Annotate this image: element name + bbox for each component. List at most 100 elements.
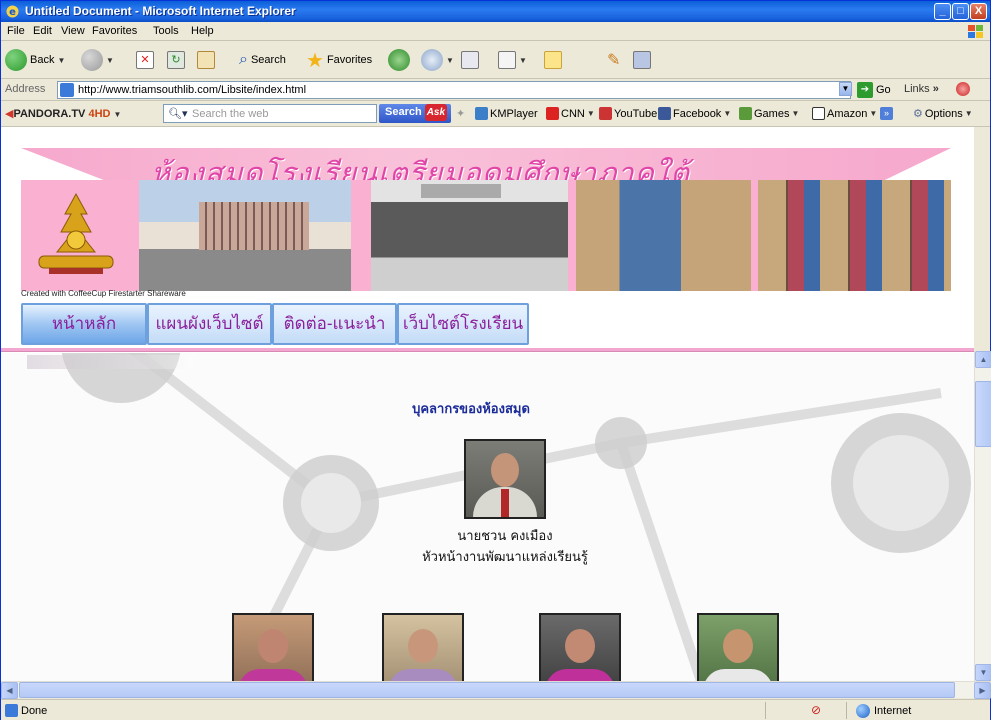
nav-home[interactable]: หน้าหลัก: [21, 303, 147, 345]
go-button[interactable]: ➔ Go: [857, 82, 891, 98]
search-icon: 🔍︎▾: [168, 108, 188, 120]
back-label: Back: [30, 54, 55, 66]
menu-help[interactable]: Help: [191, 25, 214, 37]
chevron-left-icon: ◀: [6, 686, 13, 695]
scroll-up-button[interactable]: ▲: [975, 351, 991, 368]
chevron-down-icon: ▼: [586, 109, 595, 118]
menu-edit[interactable]: Edit: [33, 25, 52, 37]
menu-file[interactable]: File: [7, 25, 25, 37]
options-button[interactable]: ⚙ Options ▼: [913, 107, 973, 121]
menu-tools[interactable]: Tools: [153, 25, 179, 37]
maximize-button[interactable]: □: [952, 3, 969, 20]
books-icon: [633, 51, 651, 69]
scroll-down-button[interactable]: ▼: [975, 664, 991, 681]
go-arrow-icon: ➔: [857, 82, 873, 98]
translate-icon[interactable]: [956, 82, 970, 96]
site-navigation: หน้าหลัก แผนผังเว็บไซต์ ติดต่อ-แนะนำ เว็…: [21, 303, 529, 345]
nav-contact[interactable]: ติดต่อ-แนะนำ: [272, 303, 397, 345]
pandora-toolbar: ◀PANDORA.TV 4HD ▼ 🔍︎▾ Search the web Sea…: [1, 101, 990, 127]
print-button[interactable]: [461, 48, 479, 72]
stop-button[interactable]: ✕: [136, 48, 154, 72]
chief-librarian-role: หัวหน้างานพัฒนาแหล่งเรียนรู้: [422, 550, 588, 565]
vertical-scroll-thumb[interactable]: [975, 381, 991, 447]
chevron-down-icon: ▼: [964, 109, 973, 118]
menu-favorites[interactable]: Favorites: [92, 25, 137, 37]
back-button[interactable]: Back ▼: [5, 48, 65, 72]
kmplayer-label: KMPlayer: [490, 107, 538, 120]
links-button[interactable]: Links »: [904, 83, 939, 95]
history-button[interactable]: [388, 48, 410, 72]
gear-icon: ⚙: [913, 108, 923, 120]
pandora-brand-suffix: 4HD: [88, 108, 111, 120]
search-icon: ⌕: [239, 51, 248, 68]
chevron-down-icon: ▼: [869, 109, 878, 118]
home-button[interactable]: [197, 48, 215, 72]
address-input[interactable]: http://www.triamsouthlib.com/Libsite/ind…: [57, 81, 851, 99]
chevron-down-icon: ▼: [723, 109, 732, 118]
star-icon: ★: [306, 49, 324, 72]
pandora-brand[interactable]: ◀PANDORA.TV 4HD ▼: [5, 107, 121, 120]
staff-photo-1: [232, 613, 314, 681]
toolbar-separator: ✦: [456, 108, 466, 120]
web-search-input[interactable]: 🔍︎▾ Search the web: [163, 104, 377, 123]
scroll-left-button[interactable]: ◀: [1, 682, 18, 699]
portrait-body: [238, 669, 308, 681]
horizontal-scrollbar[interactable]: ◀ ▶: [1, 681, 991, 699]
favorites-label: Favorites: [326, 54, 373, 66]
edit-button[interactable]: ▼: [498, 48, 527, 72]
games-button[interactable]: Games ▼: [739, 107, 799, 120]
horizontal-scroll-thumb[interactable]: [19, 682, 955, 698]
standard-toolbar: Back ▼ ▼ ✕ ↻ ⌕ Search ★ Favorites ▼ ▼ ✎: [1, 41, 990, 79]
chevron-down-icon: ▼: [113, 110, 122, 119]
school-building-photo: [139, 180, 351, 291]
back-arrow-icon: [5, 49, 27, 71]
created-with-note: Created with CoffeeCup Firestarter Share…: [21, 289, 186, 298]
links-label: Links: [904, 83, 930, 95]
messenger-button[interactable]: ✎: [607, 48, 620, 72]
close-button[interactable]: X: [970, 3, 987, 20]
page-done-icon: [5, 704, 18, 717]
status-text: Done: [21, 705, 48, 717]
favorites-button[interactable]: ★ Favorites: [306, 48, 372, 72]
games-icon: [739, 107, 752, 120]
staff-frame: บุคลากรของห้องสมุด นายชวน คงเมือง หัวหน้…: [1, 353, 974, 681]
research-button[interactable]: [633, 48, 651, 72]
address-dropdown-button[interactable]: ▼: [839, 82, 852, 96]
portrait-body: [703, 669, 773, 681]
facebook-button[interactable]: Facebook ▼: [658, 107, 731, 120]
forward-button[interactable]: ▼: [81, 48, 114, 72]
refresh-button[interactable]: ↻: [167, 48, 185, 72]
scroll-right-button[interactable]: ▶: [974, 682, 991, 699]
more-items-button[interactable]: »: [880, 107, 893, 120]
chevron-down-icon: ▼: [841, 84, 850, 93]
minimize-button[interactable]: _: [934, 3, 951, 20]
pen-icon: ✎: [607, 52, 621, 69]
web-search-button[interactable]: Search Ask: [379, 104, 451, 123]
cnn-button[interactable]: CNN ▼: [546, 107, 595, 120]
kmplayer-button[interactable]: KMPlayer: [475, 107, 538, 120]
youtube-button[interactable]: YouTube: [599, 107, 657, 120]
nav-school-website[interactable]: เว็บไซต์โรงเรียน: [397, 303, 529, 345]
web-search-button-label: Search: [385, 106, 422, 118]
vertical-scrollbar[interactable]: ▲ ▼: [974, 351, 991, 681]
portrait-body: [545, 669, 615, 681]
search-button[interactable]: ⌕ Search: [239, 48, 286, 72]
popup-blocked-icon[interactable]: ⊘: [811, 703, 821, 717]
chevron-down-icon: ▼: [57, 55, 66, 65]
library-entrance-photo: [371, 180, 568, 291]
chevron-down-icon: ▼: [791, 109, 800, 118]
chief-librarian-name: นายชวน คงเมือง: [457, 529, 553, 544]
portrait-body: [388, 669, 458, 681]
chevron-down-icon: ▼: [446, 55, 454, 65]
nav-sitemap[interactable]: แผนผังเว็บไซต์: [147, 303, 272, 345]
history-icon: [388, 49, 410, 71]
staff-photo-2: [382, 613, 464, 681]
folder-button[interactable]: [544, 48, 562, 72]
frame-divider: [1, 348, 974, 352]
mail-button[interactable]: ▼: [421, 48, 454, 72]
security-zone: Internet: [856, 704, 911, 718]
address-bar: Address http://www.triamsouthlib.com/Lib…: [1, 79, 990, 101]
status-divider: [846, 702, 847, 719]
amazon-button[interactable]: Amazon ▼: [812, 107, 877, 120]
menu-view[interactable]: View: [61, 25, 85, 37]
